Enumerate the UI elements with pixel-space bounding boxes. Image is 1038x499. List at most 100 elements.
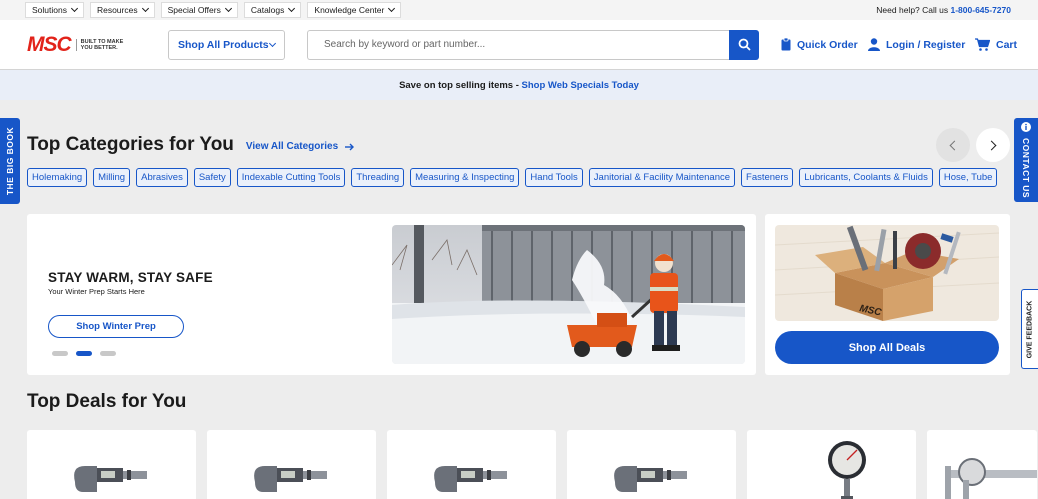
menu-catalogs[interactable]: Catalogs	[243, 2, 302, 18]
arrow-right-icon	[345, 143, 355, 150]
big-book-label: THE BIG BOOK	[5, 126, 15, 196]
promo-text: Save on top selling items -	[399, 79, 522, 91]
category-chip[interactable]: Measuring & Inspecting	[410, 168, 520, 187]
search-input[interactable]	[307, 29, 729, 60]
help-contact: Need help? Call us 1-800-645-7270	[876, 5, 1011, 15]
category-chip[interactable]: Holemaking	[27, 168, 88, 187]
category-chip[interactable]: Hand Tools	[525, 168, 583, 187]
logo-tagline: BUILT TO MAKE YOU BETTER.	[75, 38, 126, 51]
view-all-label: View All Categories	[245, 141, 339, 152]
chevron-down-icon	[224, 4, 232, 13]
web-specials-link[interactable]: Shop Web Specials Today	[522, 80, 639, 91]
product-card-micrometer[interactable]	[207, 430, 376, 499]
micrometer-image	[74, 466, 147, 492]
category-chip[interactable]: Abrasives	[136, 168, 188, 187]
main-header: MSC BUILT TO MAKE YOU BETTER. Shop All P…	[0, 20, 1038, 70]
login-label: Login / Register	[886, 38, 966, 51]
deals-product-list	[27, 430, 1037, 499]
menu-solutions[interactable]: Solutions	[25, 2, 84, 18]
menu-label: Catalogs	[250, 5, 285, 15]
category-chip[interactable]: Milling	[93, 168, 131, 187]
product-card-micrometer[interactable]	[567, 430, 736, 499]
category-chip[interactable]: Threading	[351, 168, 405, 187]
caliper-image	[945, 458, 1037, 499]
hero-text: STAY WARM, STAY SAFE Your Winter Prep St…	[48, 270, 213, 296]
shop-all-products-button[interactable]: Shop All Products	[168, 29, 285, 60]
shop-all-deals-button[interactable]: Shop All Deals	[775, 331, 999, 364]
carousel-dot[interactable]	[100, 351, 116, 356]
chevron-right-icon	[986, 140, 997, 150]
quick-order-button[interactable]: Quick Order	[781, 38, 868, 51]
tool-box-image: MSC	[775, 225, 999, 321]
contact-us-label: CONTACT US	[1021, 137, 1031, 199]
category-chip[interactable]: Janitorial & Facility Maintenance	[588, 168, 736, 187]
product-card-micrometer[interactable]	[27, 430, 196, 499]
cart-label: Cart	[996, 38, 1018, 51]
category-chip[interactable]: Indexable Cutting Tools	[236, 168, 346, 187]
menu-label: Solutions	[32, 5, 67, 15]
chevron-down-icon	[388, 4, 396, 13]
view-all-categories-link[interactable]: View All Categories	[245, 141, 355, 152]
categories-title: Top Categories for You	[27, 134, 234, 155]
search-button[interactable]	[729, 29, 759, 60]
help-text: Need help? Call us	[876, 5, 949, 15]
carousel-prev-button[interactable]	[936, 128, 970, 162]
cart-button[interactable]: Cart	[975, 38, 1017, 51]
logo-wordmark: MSC	[27, 32, 72, 56]
info-icon	[1021, 121, 1031, 132]
top-deals-title: Top Deals for You	[27, 391, 187, 412]
chevron-left-icon	[949, 140, 960, 150]
search-bar	[307, 29, 759, 60]
chevron-down-icon	[70, 4, 79, 13]
promo-banner: Save on top selling items - Shop Web Spe…	[0, 70, 1038, 100]
snowblower-image	[392, 225, 745, 364]
chevron-down-icon	[141, 4, 149, 13]
carousel-dot-active[interactable]	[76, 351, 92, 356]
utility-menus: Solutions Resources Special Offers Catal…	[25, 2, 402, 18]
category-chip[interactable]: Lubricants, Coolants & Fluids	[799, 168, 933, 187]
hero-title: STAY WARM, STAY SAFE	[48, 270, 213, 285]
category-chip[interactable]: Hose, Tube	[938, 168, 998, 187]
clipboard-icon	[781, 38, 791, 51]
shop-all-deals-card: MSC Shop All Deals	[765, 214, 1010, 375]
msc-logo[interactable]: MSC BUILT TO MAKE YOU BETTER.	[27, 33, 168, 57]
menu-label: Knowledge Center	[314, 5, 385, 15]
cart-icon	[975, 38, 990, 51]
search-icon	[738, 38, 751, 51]
chevron-down-icon	[268, 39, 277, 47]
top-categories-section: Top Categories for You View All Categori…	[27, 128, 1038, 187]
menu-knowledge-center[interactable]: Knowledge Center	[307, 2, 402, 18]
big-book-tab[interactable]: THE BIG BOOK	[0, 118, 20, 204]
menu-label: Special Offers	[167, 5, 221, 15]
carousel-dots	[52, 351, 116, 356]
carousel-next-button[interactable]	[976, 128, 1010, 162]
login-register-button[interactable]: Login / Register	[868, 38, 975, 51]
product-card-micrometer[interactable]	[387, 430, 556, 499]
hero-carousel: STAY WARM, STAY SAFE Your Winter Prep St…	[27, 214, 756, 375]
user-icon	[868, 38, 880, 51]
quick-order-label: Quick Order	[797, 38, 858, 51]
phone-link[interactable]: 1-800-645-7270	[951, 5, 1012, 15]
give-feedback-tab[interactable]: GIVE FEEDBACK	[1021, 289, 1038, 369]
carousel-dot[interactable]	[52, 351, 68, 356]
hero-subtitle: Your Winter Prep Starts Here	[48, 287, 145, 296]
menu-label: Resources	[96, 5, 138, 15]
header-actions: Quick Order Login / Register Cart	[781, 38, 1017, 51]
menu-resources[interactable]: Resources	[89, 2, 155, 18]
shop-all-label: Shop All Products	[178, 38, 269, 51]
utility-bar: Solutions Resources Special Offers Catal…	[0, 0, 1038, 20]
shop-winter-prep-button[interactable]: Shop Winter Prep	[48, 315, 184, 338]
msc-box-illustration: MSC	[775, 225, 999, 321]
chevron-down-icon	[288, 4, 296, 13]
categories-header: Top Categories for You View All Categori…	[27, 128, 1038, 162]
contact-us-tab[interactable]: CONTACT US	[1014, 118, 1038, 202]
product-card-dial-indicator[interactable]	[747, 430, 916, 499]
winter-scene-illustration	[392, 225, 745, 364]
menu-special-offers[interactable]: Special Offers	[160, 2, 238, 18]
give-feedback-label: GIVE FEEDBACK	[1026, 300, 1034, 358]
category-chip[interactable]: Fasteners	[741, 168, 794, 187]
dial-indicator-image	[828, 441, 866, 499]
product-card-caliper[interactable]	[927, 430, 1037, 499]
micrometer-image	[434, 466, 507, 492]
category-chip[interactable]: Safety	[193, 168, 231, 187]
